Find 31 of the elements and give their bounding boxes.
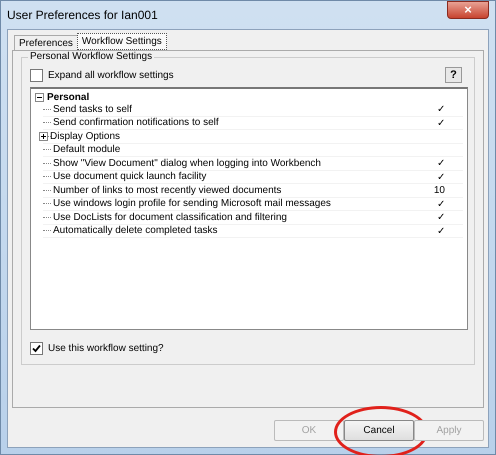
tree-item[interactable]: Use DocLists for document classification and filtering <box>53 212 425 223</box>
dialog-button[interactable]: Cancel <box>344 420 414 441</box>
setting-value: ✓ <box>436 170 445 183</box>
tree-item[interactable]: Send tasks to self <box>53 104 425 115</box>
tree-item[interactable]: Use document quick launch facility <box>53 171 425 182</box>
checkbox-label: Expand all workflow settings <box>48 70 174 80</box>
checkbox-label: Use this workflow setting? <box>48 343 164 354</box>
setting-value: ✓ <box>436 198 445 210</box>
tree-item[interactable]: Send confirmation notifications to self <box>53 117 425 128</box>
tree-item[interactable]: Automatically delete completed tasks <box>53 225 425 236</box>
setting-value: ✓ <box>436 224 445 237</box>
tab[interactable]: Workflow Settings <box>76 33 167 50</box>
tree-item[interactable]: Show "View Document" dialog when logging into Workbench <box>53 158 425 169</box>
tree-item[interactable]: Default module <box>53 144 463 156</box>
window-title: User Preferences for Ian001 <box>7 8 158 22</box>
setting-value: ✓ <box>436 211 445 224</box>
checkbox[interactable] <box>30 342 43 355</box>
checkbox[interactable] <box>30 68 43 82</box>
setting-value: ✓ <box>436 116 445 129</box>
tree-item[interactable]: Use windows login profile for sending Microsoft mail messages <box>53 198 425 210</box>
collapse-toggle[interactable] <box>35 92 44 102</box>
setting-value: 10 <box>432 184 445 196</box>
setting-value: ✓ <box>436 157 445 170</box>
help-button[interactable]: ? <box>445 67 462 83</box>
tree-item[interactable]: Display Options <box>50 130 463 142</box>
setting-value: ✓ <box>436 103 445 116</box>
tab[interactable]: Preferences <box>14 35 78 50</box>
expand-toggle[interactable] <box>39 132 48 141</box>
group-title: Personal Workflow Settings <box>28 51 154 62</box>
tree-item[interactable]: Number of links to most recently viewed documents <box>53 184 425 196</box>
tree-node[interactable]: Personal <box>47 92 90 102</box>
